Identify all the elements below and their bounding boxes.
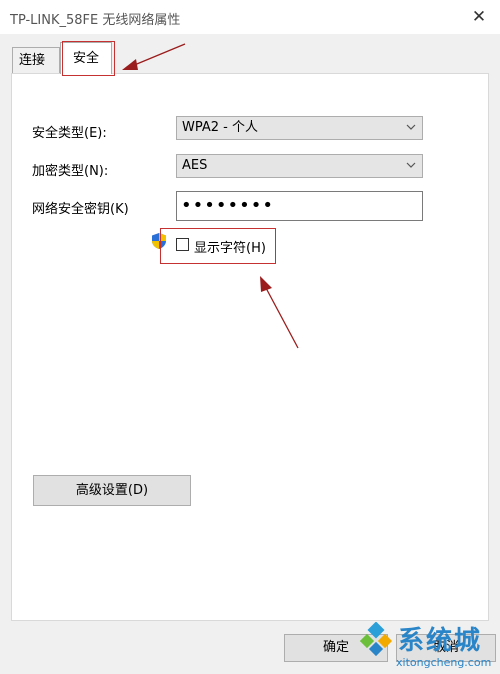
chevron-down-icon (406, 124, 416, 130)
encryption-type-label: 加密类型(N): (32, 164, 109, 179)
watermark: 系统城 xitongcheng.com (356, 618, 500, 674)
close-button[interactable]: ✕ (462, 2, 496, 32)
security-type-value: WPA2 - 个人 (182, 120, 258, 135)
encryption-type-select[interactable]: AES (176, 154, 423, 178)
watermark-text: 系统城 (398, 626, 483, 656)
network-key-label: 网络安全密钥(K) (32, 202, 129, 217)
encryption-type-value: AES (182, 158, 208, 173)
tab-security[interactable]: 安全 (60, 42, 112, 74)
tab-connection[interactable]: 连接 (12, 47, 60, 73)
show-characters-label[interactable]: 显示字符(H) (194, 237, 266, 256)
window-title: TP-LINK_58FE 无线网络属性 (10, 13, 181, 28)
tab-connection-label: 连接 (19, 53, 46, 68)
show-characters-checkbox[interactable] (176, 238, 189, 251)
title-bar: TP-LINK_58FE 无线网络属性 ✕ (0, 0, 500, 34)
watermark-logo-icon (360, 622, 393, 657)
security-type-select[interactable]: WPA2 - 个人 (176, 116, 423, 140)
chevron-down-icon (406, 162, 416, 168)
tab-security-label: 安全 (72, 51, 99, 66)
watermark-url: xitongcheng.com (396, 656, 492, 669)
security-type-label: 安全类型(E): (32, 126, 107, 141)
network-key-input[interactable]: •••••••• (176, 191, 423, 221)
advanced-settings-button[interactable]: 高级设置(D) (33, 475, 191, 506)
